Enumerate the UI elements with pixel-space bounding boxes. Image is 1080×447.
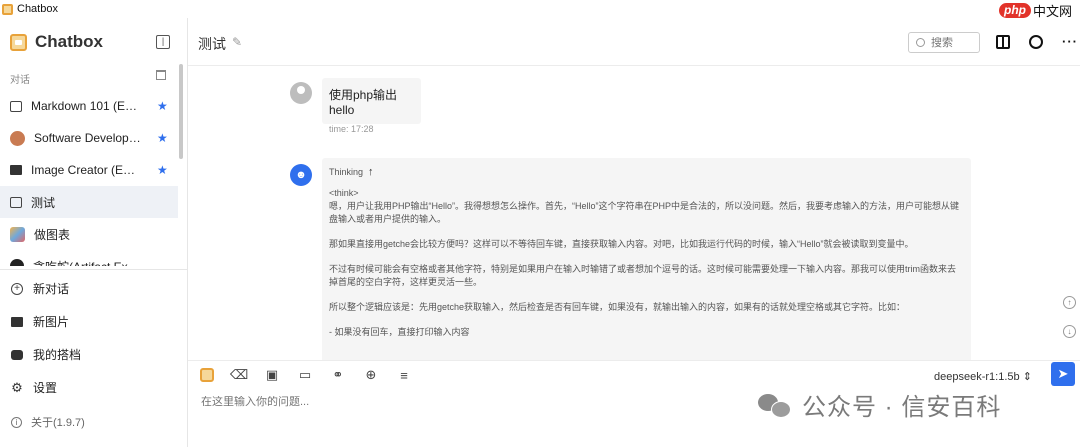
history-icon[interactable] <box>1029 35 1043 49</box>
brand-name: Chatbox <box>35 32 103 51</box>
clear-conversations-icon[interactable] <box>156 70 166 80</box>
chat-icon <box>10 196 22 208</box>
edit-title-icon[interactable]: ✎ <box>232 35 242 49</box>
message-list: 使用php输出hello time: 17:28 ☻ Thinking ↑ <th… <box>188 66 1080 360</box>
star-icon[interactable]: ★ <box>157 99 168 113</box>
conversation-scrollbar[interactable] <box>179 64 183 159</box>
conversation-item[interactable]: Software Developer ... ★ <box>0 122 178 154</box>
more-options-icon[interactable]: ··· <box>1062 35 1077 49</box>
user-message-text: 使用php输出hello <box>329 88 398 117</box>
brand: Chatbox <box>10 32 103 52</box>
new-image-button[interactable]: 新图片 <box>0 305 187 338</box>
think-tag: <think> <box>329 188 359 198</box>
sliders-icon[interactable]: ≡ <box>396 367 412 383</box>
conversation-item[interactable]: Image Creator (Exa... ★ <box>0 154 178 186</box>
thinking-paragraph: - 如果没有回车，直接打印输入内容 <box>329 327 470 337</box>
avatar-icon <box>10 130 25 146</box>
collapse-arrow-icon[interactable]: ↑ <box>368 166 374 178</box>
model-selector[interactable]: deepseek-r1:1.5b ⇕ <box>934 370 1032 383</box>
plus-circle-icon: + <box>11 282 23 295</box>
image-icon <box>11 316 23 327</box>
new-conversation-button[interactable]: + 新对话 <box>0 272 187 305</box>
gear-icon: ⚙ <box>11 379 23 395</box>
action-label: 新对话 <box>33 282 70 296</box>
conversation-label: 做图表 <box>34 227 71 242</box>
chatbox-app: Chatbox php 中文网 Chatbox | 对话 Markdown 10… <box>0 0 1080 447</box>
message-timestamp: time: 17:28 <box>329 124 374 134</box>
scroll-down-icon[interactable]: ↓ <box>1063 325 1076 338</box>
conversation-item[interactable]: 做图表 <box>0 218 178 250</box>
copilot-icon[interactable] <box>200 368 214 382</box>
split-view-icon[interactable] <box>996 35 1010 49</box>
user-avatar-icon <box>290 82 312 104</box>
conversation-item-active[interactable]: 测试 <box>0 186 178 218</box>
folder-icon[interactable]: ▭ <box>297 367 313 383</box>
image-upload-icon[interactable]: ▣ <box>264 367 280 383</box>
thinking-toggle[interactable]: Thinking ↑ <box>329 166 964 178</box>
sidebar-divider <box>0 269 187 270</box>
app-icon <box>2 3 13 15</box>
watermark-text: 公众号 · 信安百科 <box>802 394 1002 421</box>
conversation-label: 贪吃蛇(Artifact Example) <box>33 258 143 267</box>
collapse-sidebar-icon[interactable]: | <box>156 35 170 49</box>
eraser-icon[interactable]: ⌫ <box>230 367 248 383</box>
conversation-item[interactable]: 贪吃蛇(Artifact Example) <box>0 250 178 266</box>
assistant-message: Thinking ↑ <think> 嗯，用户让我用PHP输出“Hello”。我得… <box>322 158 971 360</box>
chevron-updown-icon: ⇕ <box>1022 371 1032 383</box>
conversation-label: Markdown 101 (Exa... <box>31 99 141 113</box>
sidebar: Chatbox | 对话 Markdown 101 (Exa... ★ Soft… <box>0 18 188 447</box>
sidebar-actions: + 新对话 新图片 我的搭档 ⚙ 设置 <box>0 272 187 404</box>
chat-header: 测试 ✎ ··· <box>188 18 1080 66</box>
conversation-item[interactable]: Markdown 101 (Exa... ★ <box>0 90 178 122</box>
action-label: 我的搭档 <box>33 348 82 362</box>
scroll-up-icon[interactable]: ↑ <box>1063 296 1076 309</box>
settings-button[interactable]: ⚙ 设置 <box>0 371 187 404</box>
action-label: 设置 <box>33 381 58 395</box>
thinking-paragraph: 所以整个逻辑应该是：先用getche获取输入，然后检查是否有回车键，如果没有，就… <box>329 302 906 312</box>
assistant-avatar-icon: ☻ <box>290 164 312 186</box>
globe-icon[interactable]: ⊕ <box>363 367 379 383</box>
conversations-section-label: 对话 <box>10 75 30 86</box>
conversation-title: 测试 <box>198 36 226 52</box>
info-icon: i <box>11 416 22 428</box>
wechat-icon <box>758 392 792 418</box>
conversation-list: Markdown 101 (Exa... ★ Software Develope… <box>0 90 178 266</box>
search-icon <box>916 38 925 47</box>
star-icon[interactable]: ★ <box>157 163 168 177</box>
thinking-label: Thinking <box>329 167 364 177</box>
star-icon[interactable]: ★ <box>157 131 168 145</box>
thinking-paragraph: 不过有时候可能会有空格或者其他字符，特别是如果用户在输入时输错了或者想加个逗号的… <box>329 264 956 287</box>
message-input[interactable] <box>201 396 741 408</box>
window-titlebar: Chatbox php 中文网 <box>0 0 1080 19</box>
conversation-label: Software Developer ... <box>34 131 144 145</box>
watermark: 公众号 · 信安百科 <box>758 387 1001 422</box>
my-copilots-button[interactable]: 我的搭档 <box>0 338 187 371</box>
conversation-label: Image Creator (Exa... <box>31 163 141 177</box>
chart-icon <box>10 226 25 242</box>
model-name: deepseek-r1:1.5b <box>934 371 1020 383</box>
about-label: 关于(1.9.7) <box>31 417 85 429</box>
bot-icon <box>11 349 23 360</box>
site-logo-badge: php <box>998 3 1031 18</box>
thinking-paragraph: 那如果直接用getche会比较方便吗？这样可以不等待回车键，直接获取输入内容。对… <box>329 239 914 249</box>
send-button[interactable]: ➤ <box>1051 362 1075 386</box>
about-link[interactable]: i 关于(1.9.7) <box>11 414 85 430</box>
search-input[interactable] <box>931 36 975 49</box>
chat-icon <box>10 100 22 112</box>
user-message: 使用php输出hello time: 17:28 <box>322 78 421 134</box>
action-label: 新图片 <box>33 315 70 329</box>
image-icon <box>10 165 22 175</box>
thinking-content: <think> 嗯，用户让我用PHP输出“Hello”。我得想想怎么操作。首先，… <box>329 187 964 339</box>
link-icon[interactable]: ⚭ <box>330 367 346 383</box>
composer-toolbar: ⌫ ▣ ▭ ⚭ ⊕ ≡ <box>200 367 429 383</box>
search-box[interactable] <box>908 32 980 53</box>
snake-icon <box>10 259 24 266</box>
thinking-paragraph: 嗯，用户让我用PHP输出“Hello”。我得想想怎么操作。首先，“Hello”这… <box>329 201 960 224</box>
chatbox-logo-icon <box>10 33 27 51</box>
conversation-label: 测试 <box>31 195 56 210</box>
window-title: Chatbox <box>17 3 58 15</box>
